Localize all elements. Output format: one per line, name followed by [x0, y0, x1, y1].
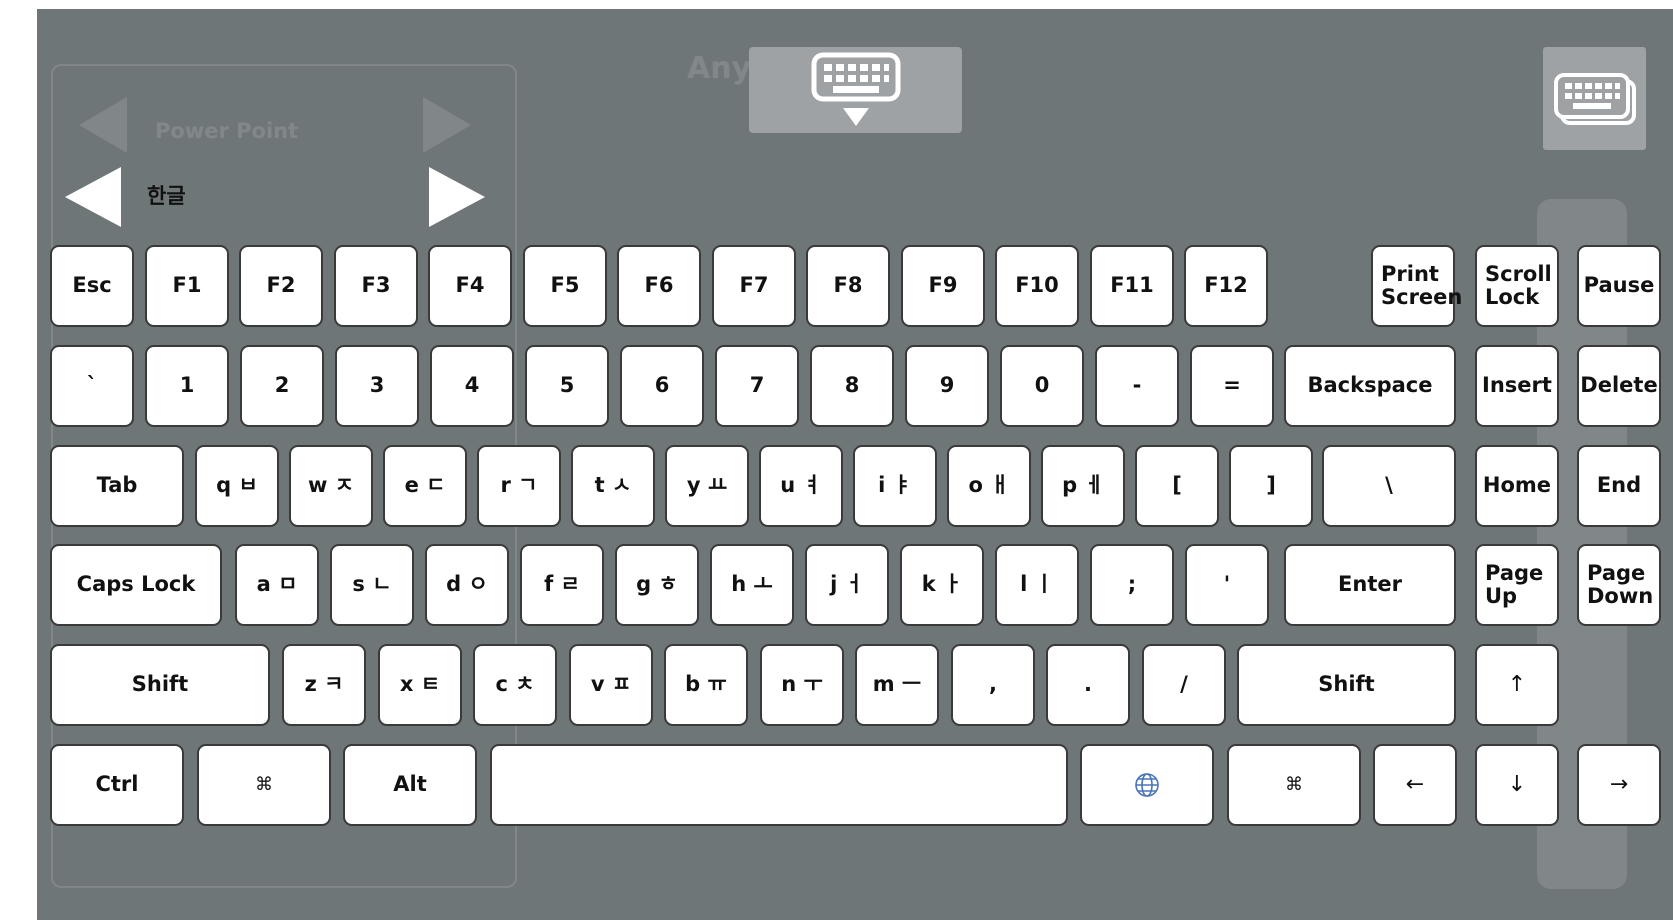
key-alt[interactable]: Alt — [343, 744, 477, 826]
key-caps-lock[interactable]: Caps Lock — [50, 544, 222, 626]
key-period[interactable]: . — [1046, 644, 1130, 726]
keyboard: Esc F1 F2 F3 F4 F5 F6 F7 F8 F9 F10 F11 F… — [37, 9, 1673, 920]
key-b[interactable]: b ㅠ — [664, 644, 748, 726]
key-f5[interactable]: F5 — [523, 245, 607, 327]
key-arrow-down[interactable]: ↓ — [1475, 744, 1559, 826]
key-arrow-right[interactable]: → — [1577, 744, 1661, 826]
key-arrow-left[interactable]: ← — [1373, 744, 1457, 826]
key-o[interactable]: o ㅐ — [947, 445, 1031, 527]
key-command-left[interactable]: ⌘ — [197, 744, 331, 826]
key-shift-right[interactable]: Shift — [1237, 644, 1456, 726]
key-backspace[interactable]: Backspace — [1284, 345, 1456, 427]
key-f7[interactable]: F7 — [712, 245, 796, 327]
key-command-right[interactable]: ⌘ — [1227, 744, 1361, 826]
key-right-bracket[interactable]: ] — [1229, 445, 1313, 527]
key-esc[interactable]: Esc — [50, 245, 134, 327]
key-page-up[interactable]: Page Up — [1475, 544, 1559, 626]
key-backtick[interactable]: ` — [50, 345, 134, 427]
key-f1[interactable]: F1 — [145, 245, 229, 327]
key-arrow-up[interactable]: ↑ — [1475, 644, 1559, 726]
key-n[interactable]: n ㅜ — [760, 644, 844, 726]
key-f6[interactable]: F6 — [617, 245, 701, 327]
key-end[interactable]: End — [1577, 445, 1661, 527]
key-f2[interactable]: F2 — [239, 245, 323, 327]
key-pause[interactable]: Pause — [1577, 245, 1661, 327]
key-t[interactable]: t ㅅ — [571, 445, 655, 527]
key-1[interactable]: 1 — [145, 345, 229, 427]
key-w[interactable]: w ㅈ — [289, 445, 373, 527]
key-semicolon[interactable]: ; — [1090, 544, 1174, 626]
key-z[interactable]: z ㅋ — [282, 644, 366, 726]
key-home[interactable]: Home — [1475, 445, 1559, 527]
key-p[interactable]: p ㅔ — [1041, 445, 1125, 527]
key-tab[interactable]: Tab — [50, 445, 184, 527]
key-page-down[interactable]: Page Down — [1577, 544, 1661, 626]
key-f8[interactable]: F8 — [806, 245, 890, 327]
key-print-screen[interactable]: Print Screen — [1371, 245, 1462, 327]
key-c[interactable]: c ㅊ — [473, 644, 557, 726]
key-y[interactable]: y ㅛ — [665, 445, 749, 527]
key-j[interactable]: j ㅓ — [805, 544, 889, 626]
key-globe[interactable] — [1080, 744, 1214, 826]
key-e[interactable]: e ㄷ — [383, 445, 467, 527]
key-h[interactable]: h ㅗ — [710, 544, 794, 626]
key-f[interactable]: f ㄹ — [520, 544, 604, 626]
key-m[interactable]: m ㅡ — [855, 644, 939, 726]
key-4[interactable]: 4 — [430, 345, 514, 427]
key-r[interactable]: r ㄱ — [477, 445, 561, 527]
key-2[interactable]: 2 — [240, 345, 324, 427]
key-comma[interactable]: , — [951, 644, 1035, 726]
key-f4[interactable]: F4 — [428, 245, 512, 327]
key-left-bracket[interactable]: [ — [1135, 445, 1219, 527]
key-quote[interactable]: ' — [1185, 544, 1269, 626]
key-delete[interactable]: Delete — [1577, 345, 1661, 427]
remote-keyboard-screen: Any1 Blue Power Point 한글 — [37, 9, 1673, 920]
globe-icon — [1135, 773, 1159, 797]
key-a[interactable]: a ㅁ — [235, 544, 319, 626]
key-minus[interactable]: - — [1095, 345, 1179, 427]
key-9[interactable]: 9 — [905, 345, 989, 427]
key-slash[interactable]: / — [1142, 644, 1226, 726]
key-l[interactable]: l ㅣ — [995, 544, 1079, 626]
key-d[interactable]: d ㅇ — [425, 544, 509, 626]
key-shift-left[interactable]: Shift — [50, 644, 270, 726]
key-v[interactable]: v ㅍ — [569, 644, 653, 726]
key-6[interactable]: 6 — [620, 345, 704, 427]
key-q[interactable]: q ㅂ — [195, 445, 279, 527]
key-f12[interactable]: F12 — [1184, 245, 1268, 327]
key-f10[interactable]: F10 — [995, 245, 1079, 327]
key-x[interactable]: x ㅌ — [378, 644, 462, 726]
key-0[interactable]: 0 — [1000, 345, 1084, 427]
key-g[interactable]: g ㅎ — [615, 544, 699, 626]
key-f9[interactable]: F9 — [901, 245, 985, 327]
key-7[interactable]: 7 — [715, 345, 799, 427]
key-s[interactable]: s ㄴ — [330, 544, 414, 626]
key-ctrl[interactable]: Ctrl — [50, 744, 184, 826]
key-insert[interactable]: Insert — [1475, 345, 1559, 427]
key-scroll-lock[interactable]: Scroll Lock — [1475, 245, 1559, 327]
key-i[interactable]: i ㅑ — [853, 445, 937, 527]
key-8[interactable]: 8 — [810, 345, 894, 427]
key-f3[interactable]: F3 — [334, 245, 418, 327]
key-u[interactable]: u ㅕ — [759, 445, 843, 527]
key-equals[interactable]: = — [1190, 345, 1274, 427]
key-3[interactable]: 3 — [335, 345, 419, 427]
key-5[interactable]: 5 — [525, 345, 609, 427]
key-enter[interactable]: Enter — [1284, 544, 1456, 626]
key-space[interactable] — [490, 744, 1068, 826]
key-k[interactable]: k ㅏ — [900, 544, 984, 626]
key-f11[interactable]: F11 — [1090, 245, 1174, 327]
key-backslash[interactable]: \ — [1322, 445, 1456, 527]
